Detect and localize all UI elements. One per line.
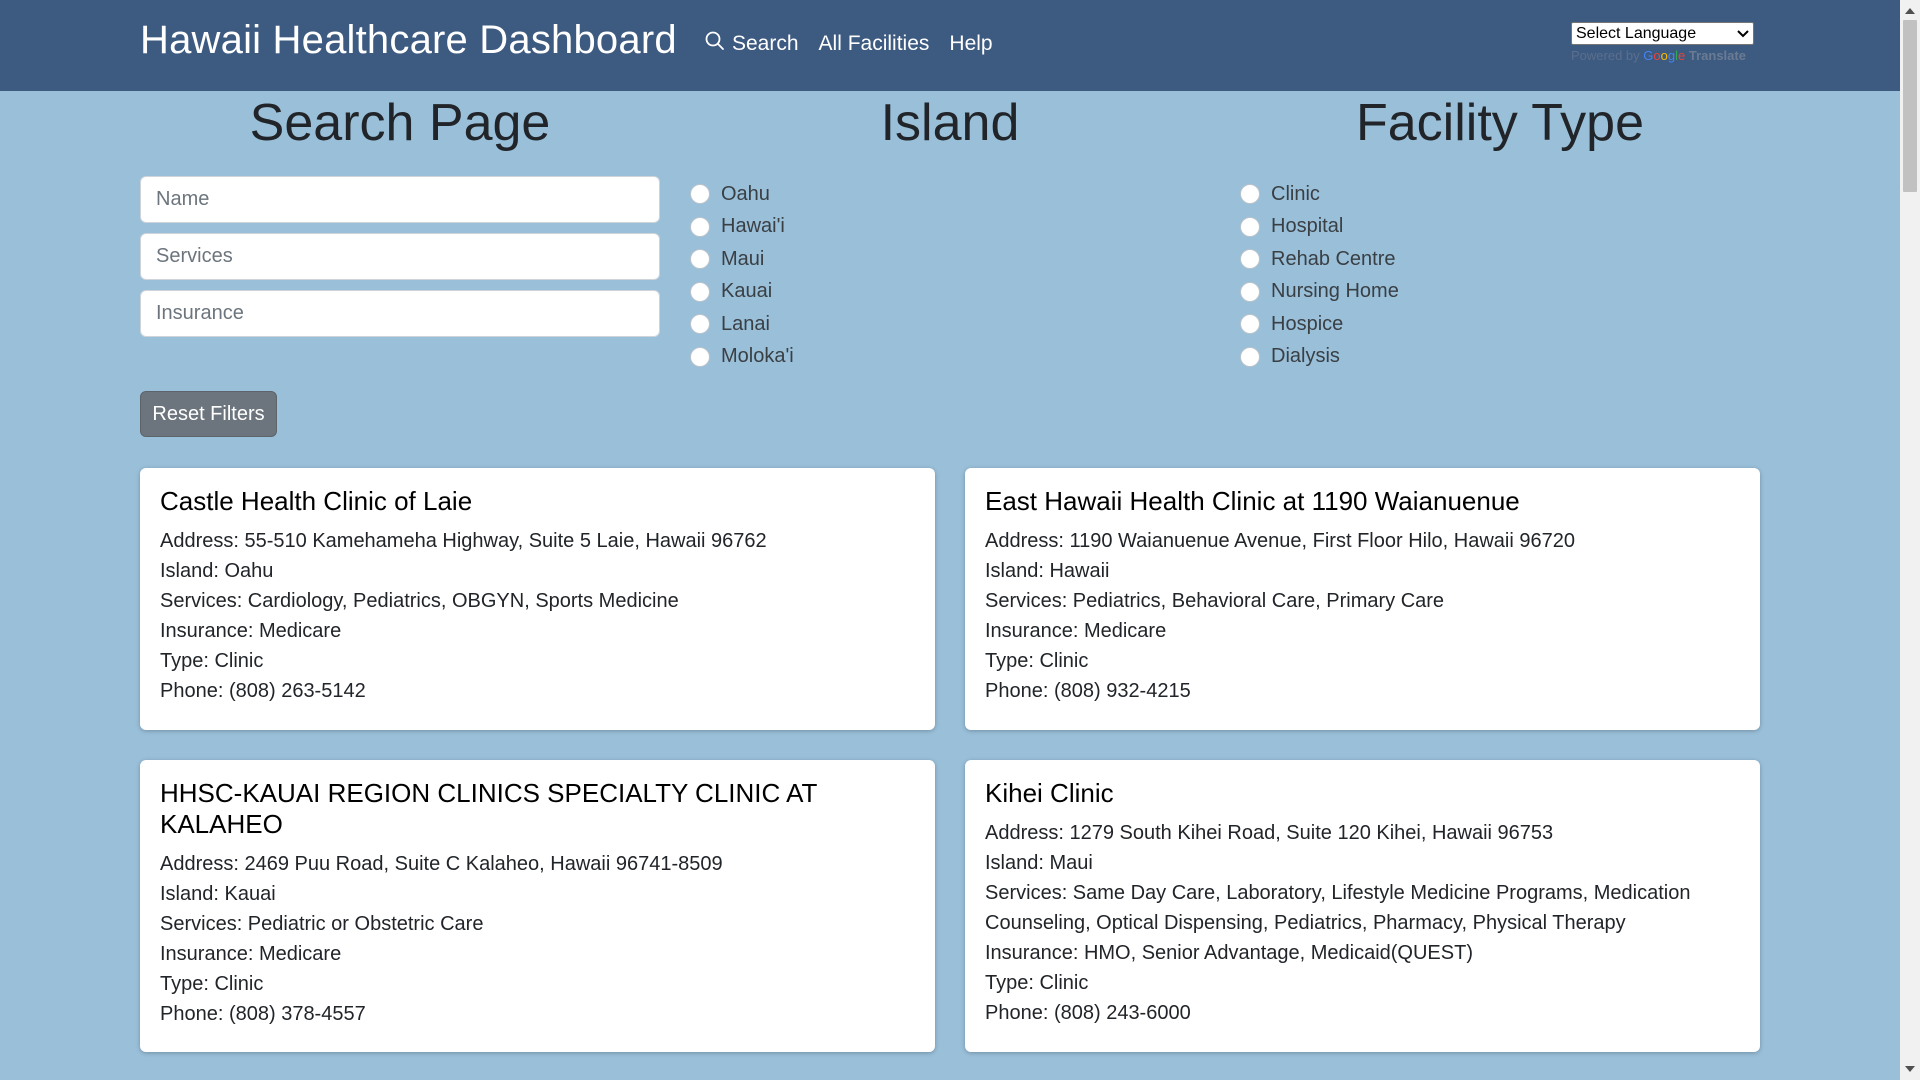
radio-label: Dialysis <box>1271 345 1340 368</box>
facility-name: Castle Health Clinic of Laie <box>160 486 473 516</box>
radio-label: Hospital <box>1271 215 1344 238</box>
radio-button[interactable] <box>690 249 710 270</box>
google-logo: Google <box>1643 48 1686 63</box>
nav-search-label: Search <box>732 32 799 55</box>
radio-label: Rehab Centre <box>1271 247 1396 270</box>
facility-option-hospice[interactable]: Hospice <box>1240 308 1399 341</box>
language-select[interactable]: Select Language <box>1571 22 1754 45</box>
top-navbar: Hawaii Healthcare Dashboard Search All F… <box>0 0 1900 91</box>
nav-help-link[interactable]: Help <box>949 30 992 58</box>
radio-label: Nursing Home <box>1271 280 1399 303</box>
facility-phone: Phone: (808) 378-4557 <box>160 1003 366 1025</box>
radio-button[interactable] <box>1240 281 1260 302</box>
facility-name: East Hawaii Health Clinic at 1190 Waianu… <box>985 486 1520 516</box>
radio-button[interactable] <box>690 281 710 302</box>
vertical-scrollbar[interactable] <box>1900 0 1920 1080</box>
facility-card[interactable]: Kihei Clinic Address: 1279 South Kihei R… <box>965 760 1760 1052</box>
facility-type-title: Facility Type <box>1355 94 1645 152</box>
search-page-title: Search Page <box>249 94 551 152</box>
facility-option-rehab-centre[interactable]: Rehab Centre <box>1240 243 1399 276</box>
insurance-input[interactable]: Insurance <box>140 290 660 337</box>
facility-option-hospital[interactable]: Hospital <box>1240 211 1399 244</box>
radio-button[interactable] <box>690 216 710 237</box>
facility-phone: Phone: (808) 932-4215 <box>985 680 1191 702</box>
radio-button[interactable] <box>690 346 710 367</box>
search-icon <box>704 30 726 58</box>
island-title: Island <box>880 94 1020 152</box>
scroll-up-arrow-icon[interactable] <box>1905 8 1915 14</box>
radio-button[interactable] <box>1240 249 1260 270</box>
facility-phone: Phone: (808) 263-5142 <box>160 680 366 702</box>
facility-card[interactable]: Castle Health Clinic of Laie Address: 55… <box>140 468 935 730</box>
radio-label: Moloka'i <box>721 345 794 368</box>
scrollbar-thumb[interactable] <box>1903 20 1917 192</box>
facility-name: Kihei Clinic <box>985 778 1114 808</box>
facility-insurance: Insurance: HMO, Senior Advantage, Medica… <box>985 942 1473 964</box>
island-option-kauai[interactable]: Kauai <box>690 276 794 309</box>
radio-button[interactable] <box>1240 346 1260 367</box>
radio-label: Oahu <box>721 182 770 205</box>
island-option-oahu[interactable]: Oahu <box>690 178 794 211</box>
island-option-molokai[interactable]: Moloka'i <box>690 341 794 374</box>
facility-services: Services: Pediatrics, Behavioral Care, P… <box>985 590 1445 612</box>
facility-address: Address: 55-510 Kamehameha Highway, Suit… <box>160 530 767 552</box>
facility-address: Address: 2469 Puu Road, Suite C Kalaheo,… <box>160 853 723 875</box>
radio-button[interactable] <box>690 314 710 335</box>
name-input[interactable]: Name <box>140 176 660 223</box>
island-radio-group: Oahu Hawai'i Maui Kauai Lanai Moloka'i <box>690 178 794 373</box>
services-input[interactable]: Services <box>140 233 660 280</box>
radio-label: Hospice <box>1271 312 1344 335</box>
island-option-lanai[interactable]: Lanai <box>690 308 794 341</box>
google-translate-widget: Select Language Powered by Google Transl… <box>1571 22 1760 63</box>
island-option-maui[interactable]: Maui <box>690 243 794 276</box>
facility-option-dialysis[interactable]: Dialysis <box>1240 341 1399 374</box>
facility-services: Services: Cardiology, Pediatrics, OBGYN,… <box>160 590 679 612</box>
scroll-down-arrow-icon[interactable] <box>1905 1066 1915 1072</box>
facility-address: Address: 1279 South Kihei Road, Suite 12… <box>985 822 1554 844</box>
chevron-down-icon <box>1737 25 1749 43</box>
facility-card[interactable]: HHSC-KAUAI REGION CLINICS SPECIALTY CLIN… <box>140 760 935 1052</box>
facility-type: Type: Clinic <box>985 650 1089 672</box>
island-option-hawaii[interactable]: Hawai'i <box>690 211 794 244</box>
radio-label: Clinic <box>1271 182 1320 205</box>
nav-all-facilities-link[interactable]: All Facilities <box>819 30 930 58</box>
facility-name: HHSC-KAUAI REGION CLINICS SPECIALTY CLIN… <box>160 778 817 839</box>
app-title[interactable]: Hawaii Healthcare Dashboard <box>140 18 677 63</box>
radio-button[interactable] <box>1240 184 1260 205</box>
language-select-value: Select Language <box>1576 24 1697 42</box>
radio-button[interactable] <box>1240 314 1260 335</box>
radio-label: Lanai <box>721 312 770 335</box>
radio-label: Maui <box>721 247 765 270</box>
facility-option-nursing-home[interactable]: Nursing Home <box>1240 276 1399 309</box>
facility-services: Services: Pediatric or Obstetric Care <box>160 913 484 935</box>
radio-button[interactable] <box>1240 216 1260 237</box>
radio-label: Hawai'i <box>721 215 785 238</box>
facility-type: Type: Clinic <box>160 973 264 995</box>
facility-insurance: Insurance: Medicare <box>160 943 342 965</box>
facility-type: Type: Clinic <box>985 972 1089 994</box>
facility-island: Island: Oahu <box>160 560 274 582</box>
facility-card[interactable]: East Hawaii Health Clinic at 1190 Waianu… <box>965 468 1760 730</box>
facility-option-clinic[interactable]: Clinic <box>1240 178 1399 211</box>
powered-by-google-translate: Powered by Google Translate <box>1571 48 1760 63</box>
radio-button[interactable] <box>690 184 710 205</box>
facility-services: Services: Same Day Care, Laboratory, Lif… <box>985 882 1691 934</box>
facility-insurance: Insurance: Medicare <box>985 620 1167 642</box>
facility-address: Address: 1190 Waianuenue Avenue, First F… <box>985 530 1575 552</box>
translate-link[interactable]: Translate <box>1689 48 1746 63</box>
radio-label: Kauai <box>721 280 773 303</box>
facility-island: Island: Maui <box>985 852 1093 874</box>
facility-type: Type: Clinic <box>160 650 264 672</box>
facility-phone: Phone: (808) 243-6000 <box>985 1002 1191 1024</box>
powered-by-label: Powered by <box>1571 48 1640 63</box>
nav-search-link[interactable]: Search <box>704 30 799 58</box>
facility-island: Island: Hawaii <box>985 560 1110 582</box>
facility-insurance: Insurance: Medicare <box>160 620 342 642</box>
reset-filters-button[interactable]: Reset Filters <box>140 391 277 437</box>
facility-island: Island: Kauai <box>160 883 276 905</box>
facility-type-radio-group: Clinic Hospital Rehab Centre Nursing Hom… <box>1240 178 1399 373</box>
nav-links: Search All Facilities Help <box>704 30 993 58</box>
